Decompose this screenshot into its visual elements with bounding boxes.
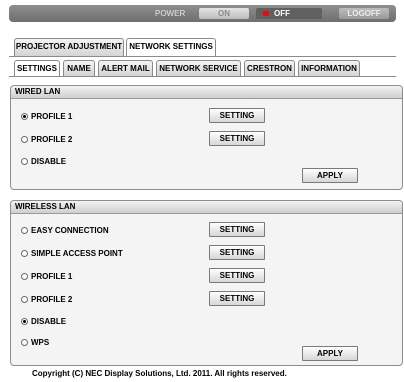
subtab-alert-mail[interactable]: ALERT MAIL <box>98 60 153 76</box>
wired-option-disable[interactable]: DISABLE <box>21 157 66 167</box>
wireless-option-disable[interactable]: DISABLE <box>21 317 66 327</box>
wireless-apply-button[interactable]: APPLY <box>302 346 358 361</box>
subtab-settings[interactable]: SETTINGS <box>14 60 60 77</box>
logoff-button[interactable]: LOGOFF <box>339 8 389 19</box>
tab-network-settings[interactable]: NETWORK SETTINGS <box>126 38 216 57</box>
subtab-network-service[interactable]: NETWORK SERVICE <box>156 60 241 76</box>
option-label: PROFILE 2 <box>31 135 73 144</box>
power-indicator-icon <box>263 11 269 16</box>
option-label: DISABLE <box>31 317 67 326</box>
wireless-option-wps[interactable]: WPS <box>21 338 49 348</box>
option-label: WPS <box>31 338 50 347</box>
power-label: POWER <box>155 9 186 18</box>
copyright-text: Copyright (C) NEC Display Solutions, Ltd… <box>32 369 287 378</box>
wireless-option-profile-1[interactable]: PROFILE 1 <box>21 272 72 282</box>
radio-icon[interactable] <box>21 250 28 257</box>
wired-profile-1-setting-button[interactable]: SETTING <box>209 108 265 123</box>
radio-icon[interactable] <box>21 136 28 143</box>
radio-selected-icon[interactable] <box>21 113 28 120</box>
radio-icon[interactable] <box>21 227 28 234</box>
option-label: SIMPLE ACCESS POINT <box>31 249 123 258</box>
option-label: PROFILE 1 <box>31 112 73 121</box>
radio-icon[interactable] <box>21 339 28 346</box>
power-off-button[interactable]: OFF <box>256 8 322 19</box>
subtab-crestron[interactable]: CRESTRON <box>244 60 295 76</box>
wired-lan-title: WIRED LAN <box>11 86 402 99</box>
sub-tabs-divider <box>9 76 396 77</box>
option-label: EASY CONNECTION <box>31 226 109 235</box>
wireless-option-profile-2[interactable]: PROFILE 2 <box>21 295 72 305</box>
subtab-information[interactable]: INFORMATION <box>298 60 360 76</box>
subtab-name[interactable]: NAME <box>63 60 95 76</box>
wired-option-profile-1[interactable]: PROFILE 1 <box>21 112 72 122</box>
power-on-button[interactable]: ON <box>199 8 249 19</box>
wireless-option-simple-access-point[interactable]: SIMPLE ACCESS POINT <box>21 249 123 259</box>
wired-option-profile-2[interactable]: PROFILE 2 <box>21 135 72 145</box>
power-off-label: OFF <box>274 9 290 18</box>
wireless-simple-access-point-setting-button[interactable]: SETTING <box>209 245 265 260</box>
wireless-lan-title: WIRELESS LAN <box>11 201 402 214</box>
option-label: DISABLE <box>31 157 67 166</box>
wired-apply-button[interactable]: APPLY <box>302 168 358 183</box>
wireless-profile-2-setting-button[interactable]: SETTING <box>209 291 265 306</box>
wireless-profile-1-setting-button[interactable]: SETTING <box>209 268 265 283</box>
wired-lan-panel: WIRED LAN PROFILE 1 SETTING PROFILE 2 SE… <box>10 85 403 190</box>
wireless-lan-panel: WIRELESS LAN EASY CONNECTION SETTING SIM… <box>10 200 403 366</box>
wired-profile-2-setting-button[interactable]: SETTING <box>209 131 265 146</box>
wireless-option-easy-connection[interactable]: EASY CONNECTION <box>21 226 109 236</box>
radio-icon[interactable] <box>21 296 28 303</box>
power-bar: POWER ON OFF LOGOFF <box>9 5 396 22</box>
radio-icon[interactable] <box>21 273 28 280</box>
option-label: PROFILE 1 <box>31 272 73 281</box>
option-label: PROFILE 2 <box>31 295 73 304</box>
tab-projector-adjustment[interactable]: PROJECTOR ADJUSTMENT <box>14 38 124 56</box>
main-tabs-divider <box>9 56 396 57</box>
radio-icon[interactable] <box>21 158 28 165</box>
radio-selected-icon[interactable] <box>21 318 28 325</box>
wireless-easy-connection-setting-button[interactable]: SETTING <box>209 222 265 237</box>
